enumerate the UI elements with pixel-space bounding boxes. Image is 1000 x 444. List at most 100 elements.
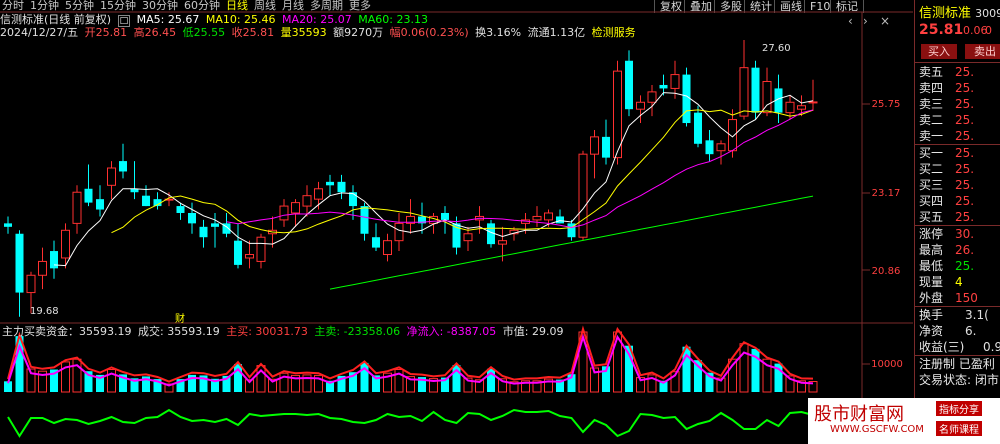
candle-body-down [326, 181, 334, 186]
candle-body-up [636, 101, 645, 110]
price-change: 0.06 [963, 24, 988, 37]
money-bar [739, 343, 749, 393]
low-row: 最低 25. [919, 259, 975, 273]
candle-body-up [498, 240, 507, 245]
ask-4[interactable]: 卖四 25. [919, 80, 1000, 96]
ma60-line [329, 195, 814, 290]
candle-body-up [785, 101, 795, 114]
registration-status: 注册制 已盈利 [919, 357, 995, 371]
y-label-25-75: 25.75 [872, 99, 901, 110]
candle-body-down [188, 212, 196, 224]
price-change-pct: 0 [985, 24, 992, 37]
candle-body-down [234, 240, 242, 265]
candle-body-down [751, 67, 760, 113]
main-buy-value: 主买: 30031.73 [226, 325, 308, 338]
candle-body-down [705, 140, 714, 155]
y-label-23-17: 23.17 [872, 188, 901, 199]
candle-body-up [716, 143, 726, 152]
candle-body-down [659, 84, 668, 89]
candle-body-up [279, 205, 289, 221]
candle-body-up [314, 188, 323, 200]
watermark-tag-1: 指标分享 [936, 401, 982, 416]
candle-body-down [15, 233, 24, 293]
candle-body-down [199, 226, 208, 238]
candle-body-up [383, 240, 392, 256]
ask-5[interactable]: 卖五 25. [919, 64, 1000, 80]
candle-body-up [670, 74, 680, 89]
candle-body-down [441, 212, 449, 220]
candle-body-up [107, 167, 116, 186]
finance-marker: 财 [175, 312, 185, 325]
candle-body-down [602, 136, 610, 158]
high-annotation: 27.60 [762, 43, 791, 54]
candle-body-up [256, 236, 266, 262]
candle-body-down [625, 60, 633, 110]
high-row: 最高 26. [919, 243, 975, 257]
kline-chart[interactable]: 25.75 23.17 20.86 10000 27.60 19.68 财 [0, 0, 913, 444]
main-sell-line [7, 408, 814, 438]
candle-body-up [808, 101, 818, 104]
bid-1[interactable]: 买一 25. [919, 145, 1000, 161]
candle-body-up [61, 229, 70, 259]
candle-body-up [291, 202, 300, 214]
candle-body-up [26, 274, 36, 294]
bid-4[interactable]: 买四 25. [919, 193, 1000, 209]
trade-status: 交易状态: 闭市 [919, 373, 999, 387]
candle-body-down [119, 161, 127, 172]
deal-value: 成交: 35593.19 [138, 325, 220, 338]
ma20-line [226, 109, 814, 229]
candle-body-down [176, 206, 185, 213]
candle-body-down [556, 216, 564, 224]
candle-body-down [337, 181, 346, 193]
outer-row: 外盘 150 [919, 291, 978, 305]
candle-body-up [394, 222, 404, 242]
main-sell-value: 主卖: -23358.06 [314, 325, 401, 338]
candle-body-up [532, 215, 542, 221]
candle-body-down [349, 192, 357, 207]
candlesticks [4, 39, 818, 317]
divider [915, 62, 1000, 63]
bid-2[interactable]: 买二 25. [919, 161, 1000, 177]
candle-body-down [211, 223, 219, 227]
sell-button[interactable]: 卖出 [965, 44, 1000, 59]
candle-body-up [38, 260, 47, 276]
market-value: 市值: 29.09 [502, 325, 564, 338]
cur-vol-row: 现量 4 [919, 275, 963, 289]
buy-button[interactable]: 买入 [921, 44, 957, 59]
candle-body-down [142, 195, 150, 207]
candle-body-down [84, 188, 93, 203]
ask-3[interactable]: 卖三 25. [919, 96, 1000, 112]
eps-row: 收益(三) 0.9 [919, 340, 1000, 354]
y-label-20-86: 20.86 [872, 266, 901, 277]
sub-chart-label: 主力买卖资金：35593.19 [2, 325, 132, 338]
limit-up-row: 涨停 30. [919, 227, 975, 241]
bid-3[interactable]: 买三 25. [919, 177, 1000, 193]
money-bar [72, 358, 82, 393]
low-annotation: 19.68 [30, 306, 59, 317]
candle-body-down [50, 251, 58, 269]
watermark-tag-2: 名师课程 [936, 421, 982, 436]
candle-body-down [360, 206, 369, 234]
candle-body-down [372, 237, 380, 248]
watermark-url: WWW.GSCFW.COM [830, 424, 924, 435]
ask-2[interactable]: 卖二 25. [919, 112, 1000, 128]
turnover-row: 换手 3.1( [919, 308, 989, 322]
last-price: 25.81 [919, 22, 964, 38]
candle-body-up [590, 136, 599, 155]
net-asset-row: 净资 6. [919, 324, 977, 338]
watermark-logo: 股市财富网 WWW.GSCFW.COM 指标分享 名师课程 [808, 398, 1000, 444]
ma10-line [111, 109, 814, 234]
candle-body-down [96, 199, 104, 210]
bid-5[interactable]: 买五 25. [919, 209, 1000, 225]
candle-body-up [544, 212, 553, 221]
candle-body-down [4, 223, 12, 227]
candle-body-up [647, 91, 657, 103]
watermark-site: 股市财富网 [814, 404, 904, 425]
candle-body-up [739, 67, 749, 117]
ask-1[interactable]: 卖一 25. [919, 128, 1000, 144]
candle-body-up [245, 254, 254, 259]
candle-body-up [302, 195, 312, 207]
sub-y-label: 10000 [871, 359, 903, 370]
candle-body-up [72, 191, 82, 224]
candle-body-up [463, 233, 473, 242]
